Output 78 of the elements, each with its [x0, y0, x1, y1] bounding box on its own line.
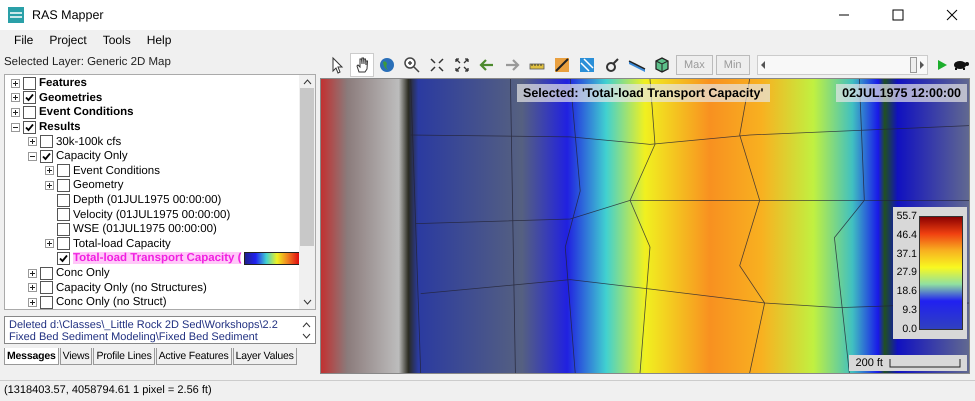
menu-item[interactable]: File	[6, 33, 42, 47]
checkbox[interactable]	[57, 178, 70, 192]
expand-icon[interactable]	[11, 78, 20, 88]
legend-value: 55.7	[896, 211, 917, 222]
scroll-down-icon[interactable]	[302, 332, 311, 338]
checkbox[interactable]	[57, 237, 70, 250]
legend-value: 18.6	[896, 286, 917, 298]
layer-label[interactable]: Capacity Only (no Structures)	[56, 282, 207, 294]
tab[interactable]: Views	[60, 348, 92, 365]
checkbox[interactable]	[57, 208, 70, 222]
legend-value: 0.0	[901, 324, 917, 335]
expand-icon[interactable]	[28, 283, 37, 292]
layer-label[interactable]: Total-load Capacity	[73, 238, 171, 250]
checkbox[interactable]	[40, 296, 53, 309]
menu-item[interactable]: Project	[41, 33, 95, 47]
menu-item[interactable]: Help	[138, 33, 180, 47]
layer-label[interactable]: Event Conditions	[39, 106, 134, 118]
tab[interactable]: Messages	[4, 348, 59, 365]
checkbox[interactable]	[40, 135, 53, 148]
collapse-icon[interactable]	[11, 122, 20, 132]
message-line: Fixed Bed Sediment Modeling\Fixed Bed Sediment	[9, 331, 259, 343]
scroll-up-icon[interactable]	[302, 322, 311, 328]
scale-bar-icon	[889, 358, 961, 368]
layer-label[interactable]: Geometry	[73, 179, 124, 192]
checkbox[interactable]	[40, 266, 53, 280]
play-icon[interactable]	[935, 58, 949, 72]
checkbox[interactable]	[23, 76, 36, 90]
layer-label[interactable]: 30k-100k cfs	[56, 136, 122, 148]
expand-icon[interactable]	[28, 137, 37, 146]
layer-label[interactable]: Geometries	[39, 92, 102, 104]
selected-layer-label: Selected Layer: Generic 2D Map	[4, 55, 172, 70]
hand-icon[interactable]	[351, 54, 373, 76]
checkbox[interactable]	[23, 91, 36, 104]
checkbox[interactable]	[40, 281, 53, 294]
legend-value: 27.9	[896, 267, 917, 278]
checkbox[interactable]	[57, 164, 70, 178]
selected-layer-banner: Selected: 'Total-load Transport Capacity'	[517, 84, 770, 102]
expand-icon[interactable]	[45, 239, 54, 248]
tab[interactable]: Active Features	[156, 348, 232, 365]
expand-icon[interactable]	[45, 180, 54, 190]
expand-icon[interactable]	[28, 268, 37, 278]
layer-label[interactable]: Conc Only (no Struct)	[56, 296, 167, 308]
timestamp-label: 02JUL1975 12:00:00	[836, 84, 967, 102]
layer-label[interactable]: Depth (01JUL1975 00:00:00)	[73, 194, 222, 206]
layer-label[interactable]: Results	[39, 121, 81, 134]
app-icon	[8, 7, 24, 23]
window-title: RAS Mapper	[32, 8, 104, 22]
turtle-icon[interactable]	[952, 59, 970, 71]
expand-icon[interactable]	[11, 93, 20, 102]
checkbox[interactable]	[57, 194, 70, 207]
checkbox[interactable]	[57, 222, 70, 236]
status-bar: (1318403.57, 4058794.61 1 pixel = 2.56 ft)	[0, 380, 975, 401]
scroll-down-icon[interactable]	[302, 299, 312, 305]
expand-icon[interactable]	[11, 108, 20, 117]
scrollbar[interactable]	[299, 75, 315, 309]
legend-value: 37.1	[896, 248, 917, 260]
layer-label[interactable]: Capacity Only	[56, 150, 128, 162]
menu-item[interactable]: Tools	[94, 33, 139, 47]
scroll-up-icon[interactable]	[302, 79, 312, 85]
checkbox[interactable]	[57, 252, 70, 265]
expand-icon[interactable]	[45, 166, 54, 176]
slider-thumb[interactable]	[910, 57, 917, 73]
tab[interactable]: Layer Values	[232, 348, 297, 365]
expand-icon[interactable]	[28, 298, 37, 307]
checkbox[interactable]	[23, 106, 36, 119]
layer-label[interactable]: WSE (01JUL1975 00:00:00)	[73, 223, 217, 236]
layer-label[interactable]: Conc Only	[56, 267, 110, 280]
message-line: Deleted d:\Classes\_Little Rock 2D Sed\Workshops\2.2	[9, 319, 279, 331]
layer-label[interactable]: Features	[39, 77, 87, 90]
layer-label[interactable]: Event Conditions	[73, 164, 160, 177]
collapse-icon[interactable]	[28, 152, 37, 161]
legend-value: 46.4	[896, 230, 917, 241]
checkbox[interactable]	[40, 150, 53, 163]
tab[interactable]: Profile Lines	[93, 348, 155, 365]
layer-label[interactable]: Velocity (01JUL1975 00:00:00)	[73, 208, 230, 221]
checkbox[interactable]	[23, 120, 36, 134]
legend-value: 9.3	[901, 305, 917, 316]
scale-label: 200 ft	[855, 357, 883, 369]
